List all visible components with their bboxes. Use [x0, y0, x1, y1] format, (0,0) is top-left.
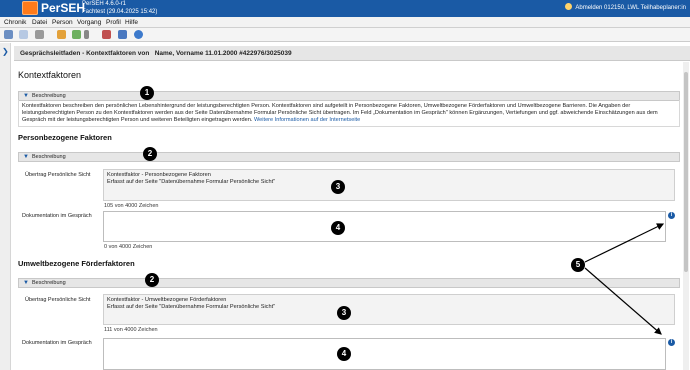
arrow-to-info-1: [584, 223, 665, 263]
arrow-to-info-2: [584, 267, 662, 335]
annotation-arrows: [584, 223, 665, 335]
